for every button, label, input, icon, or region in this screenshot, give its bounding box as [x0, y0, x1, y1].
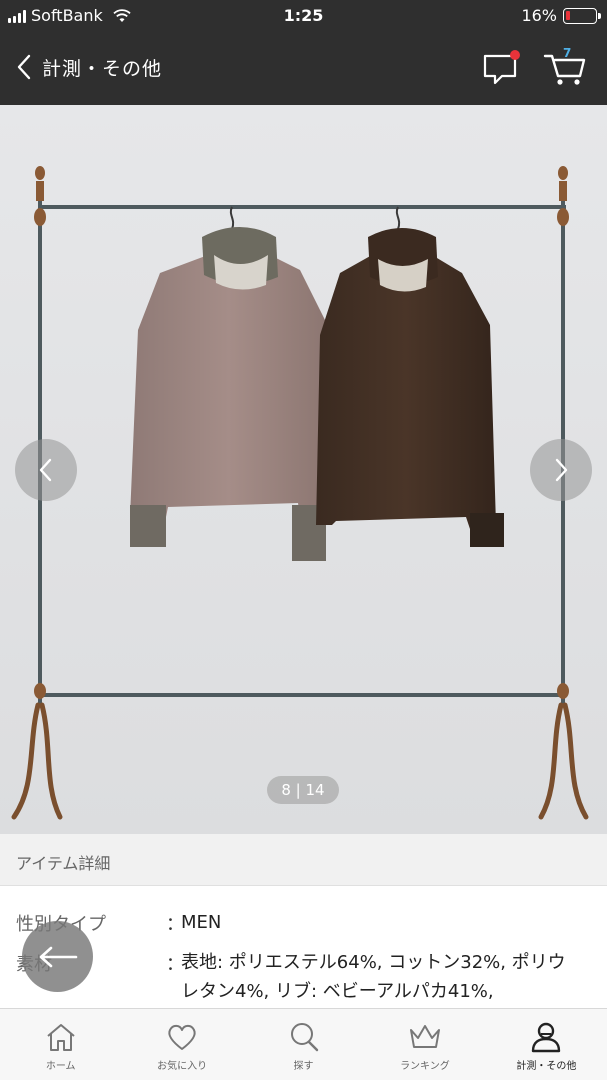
image-page-indicator: 8 | 14	[267, 776, 339, 804]
tab-label: 探す	[293, 1061, 314, 1072]
chevron-left-icon	[17, 54, 31, 80]
tab-label: ランキング	[400, 1061, 450, 1072]
previous-image-button[interactable]	[15, 439, 77, 501]
cart-button[interactable]: 7	[543, 46, 587, 86]
chevron-left-icon	[39, 458, 52, 482]
home-icon	[47, 1024, 75, 1051]
battery-icon	[563, 7, 601, 24]
tab-measure-other[interactable]: 計測・その他	[486, 1009, 607, 1080]
tab-favorites[interactable]: お気に入り	[121, 1009, 242, 1080]
product-photo	[0, 105, 607, 834]
section-title: アイテム詳細	[16, 854, 111, 873]
tab-home[interactable]: ホーム	[0, 1009, 121, 1080]
nav-bar: 計測・その他 7	[0, 32, 607, 105]
battery-level	[566, 10, 570, 20]
status-bar: SoftBank 1:25 16%	[0, 0, 607, 32]
messages-button[interactable]	[482, 50, 520, 86]
row-value: 表地: ポリエステル64%, コットン32%, ポリウレタン4%, リブ: ベビ…	[181, 952, 566, 1002]
battery-percent: 16%	[521, 6, 557, 25]
tab-ranking[interactable]: ランキング	[364, 1009, 485, 1080]
crown-icon	[409, 1025, 440, 1048]
back-button[interactable]: 計測・その他	[14, 52, 162, 82]
arrow-left-icon	[39, 946, 77, 967]
notification-dot	[510, 50, 520, 60]
search-icon	[290, 1023, 318, 1052]
chevron-right-icon	[555, 458, 568, 482]
floating-back-button[interactable]	[22, 921, 93, 992]
user-icon	[532, 1022, 561, 1053]
item-detail-header: アイテム詳細	[0, 834, 607, 886]
heart-icon	[168, 1024, 196, 1050]
tab-search[interactable]: 探す	[243, 1009, 364, 1080]
status-right: 16%	[521, 6, 601, 25]
next-image-button[interactable]	[530, 439, 592, 501]
cart-count-badge: 7	[563, 46, 572, 60]
row-value: MEN	[181, 912, 222, 933]
product-image-gallery[interactable]: 8 | 14	[0, 105, 607, 834]
tab-label: 計測・その他	[516, 1061, 577, 1072]
tab-label: お気に入り	[157, 1061, 208, 1072]
nav-title: 計測・その他	[42, 57, 163, 80]
tab-label: ホーム	[45, 1061, 76, 1072]
tab-bar: ホーム お気に入り 探す ランキング 計測・その他	[0, 1008, 607, 1080]
status-time: 1:25	[283, 6, 324, 25]
